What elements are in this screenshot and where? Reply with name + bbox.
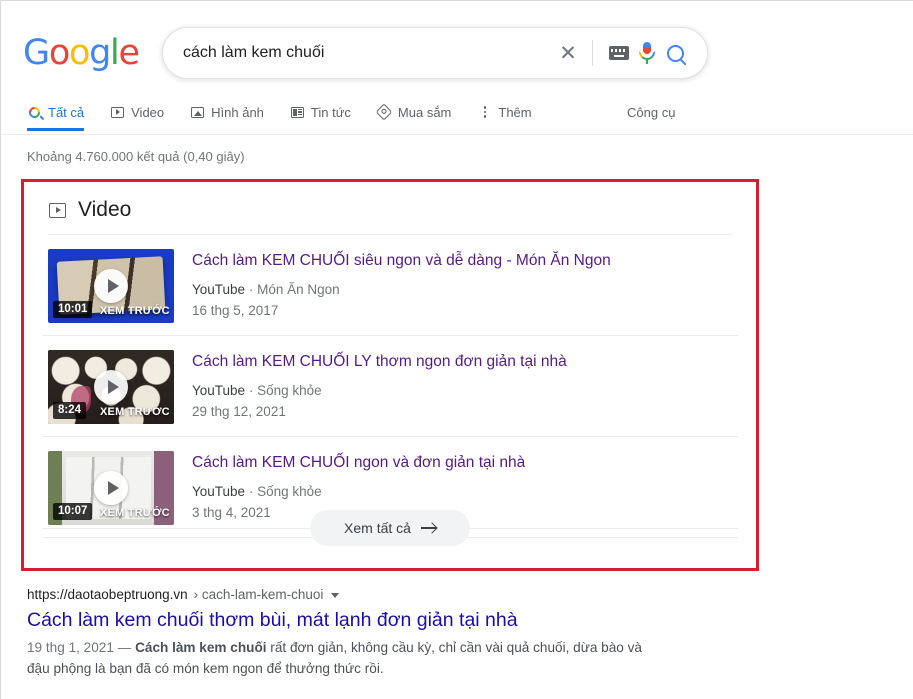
see-all-label: Xem tất cả bbox=[344, 520, 411, 536]
tab-news-label: Tin tức bbox=[310, 104, 351, 120]
video-platform: YouTube bbox=[192, 383, 246, 398]
search-nav-tabs: Tất cả Video Hình ảnh Tin tức Mua sắm Th bbox=[1, 93, 913, 135]
video-section-heading: Video bbox=[42, 192, 738, 234]
organic-result: https://daotaobeptruong.vn › cach-lam-ke… bbox=[27, 586, 667, 679]
video-source: YouTube · Sống khỏe bbox=[192, 381, 567, 400]
tools-button[interactable]: Công cụ bbox=[627, 93, 913, 131]
logo-letter-o2: o bbox=[68, 33, 90, 73]
video-metadata: Cách làm KEM CHUỐI siêu ngon và dễ dàng … bbox=[192, 249, 611, 323]
snippet-highlight: Cách làm kem chuối bbox=[135, 640, 267, 655]
see-all-line-right bbox=[469, 527, 739, 529]
result-domain: https://daotaobeptruong.vn bbox=[27, 587, 188, 602]
search-header: Google ✕ bbox=[1, 1, 913, 93]
video-title-link[interactable]: Cách làm KEM CHUỐI ngon và đơn giản tại … bbox=[192, 453, 525, 473]
logo-letter-G: G bbox=[23, 33, 50, 73]
keyboard-button[interactable] bbox=[605, 39, 633, 67]
tab-shopping[interactable]: Mua sắm bbox=[375, 93, 452, 131]
tools-label: Công cụ bbox=[627, 104, 676, 120]
chevron-down-icon[interactable] bbox=[331, 592, 340, 598]
video-preview-label: XEM TRƯỚC bbox=[100, 305, 170, 317]
voice-search-button[interactable] bbox=[633, 39, 661, 67]
more-vertical-icon bbox=[477, 105, 492, 120]
result-snippet: 19 thg 1, 2021 — Cách làm kem chuối rất … bbox=[27, 637, 667, 679]
video-platform: YouTube bbox=[192, 484, 246, 499]
tab-video-label: Video bbox=[131, 104, 165, 120]
logo-letter-e: e bbox=[118, 33, 140, 73]
result-stats: Khoảng 4.760.000 kết quả (0,40 giây) bbox=[27, 149, 245, 164]
video-title-link[interactable]: Cách làm KEM CHUỐI siêu ngon và dễ dàng … bbox=[192, 251, 611, 271]
video-section-title: Video bbox=[78, 198, 132, 221]
google-logo[interactable]: Google bbox=[23, 33, 140, 73]
video-icon bbox=[110, 105, 125, 120]
search-submit-button[interactable] bbox=[661, 39, 689, 67]
play-icon bbox=[94, 471, 128, 505]
search-box[interactable]: ✕ bbox=[162, 27, 708, 79]
video-channel: Món Ăn Ngon bbox=[257, 282, 340, 297]
video-date: 29 thg 12, 2021 bbox=[192, 404, 286, 419]
tab-more[interactable]: Thêm bbox=[477, 93, 532, 131]
separator-dot: · bbox=[248, 484, 254, 499]
search-box-icons: ✕ bbox=[554, 39, 707, 67]
arrow-right-icon bbox=[420, 527, 436, 529]
logo-letter-l: l bbox=[110, 33, 120, 73]
keyboard-icon bbox=[609, 46, 629, 60]
image-icon bbox=[190, 105, 205, 120]
video-metadata: Cách làm KEM CHUỐI LY thơm ngon đơn giản… bbox=[192, 350, 567, 424]
video-duration: 8:24 bbox=[53, 402, 87, 419]
video-result-item[interactable]: 10:01 XEM TRƯỚC Cách làm KEM CHUỐI siêu … bbox=[42, 235, 738, 336]
snippet-date: 19 thg 1, 2021 — bbox=[27, 640, 136, 655]
separator-dot: · bbox=[248, 282, 254, 297]
separator-dot: · bbox=[248, 383, 254, 398]
microphone-icon bbox=[639, 42, 655, 64]
tab-images-label: Hình ảnh bbox=[211, 104, 264, 120]
video-source: YouTube · Món Ăn Ngon bbox=[192, 280, 611, 299]
video-channel: Sống khỏe bbox=[257, 484, 322, 499]
video-icon bbox=[49, 202, 66, 218]
tab-all-label: Tất cả bbox=[48, 104, 85, 120]
video-platform: YouTube bbox=[192, 282, 246, 297]
logo-letter-g: g bbox=[89, 33, 111, 73]
tab-more-label: Thêm bbox=[498, 104, 532, 120]
video-thumbnail[interactable]: 10:01 XEM TRƯỚC bbox=[48, 249, 174, 323]
search-divider bbox=[592, 40, 593, 66]
close-icon: ✕ bbox=[559, 41, 577, 65]
search-icon bbox=[666, 44, 684, 62]
play-icon bbox=[94, 370, 128, 404]
play-icon bbox=[94, 269, 128, 303]
tab-shopping-label: Mua sắm bbox=[397, 104, 452, 120]
result-path: › cach-lam-kem-chuoi bbox=[193, 587, 324, 602]
search-icon bbox=[26, 104, 43, 120]
video-channel: Sống khỏe bbox=[257, 383, 322, 398]
logo-letter-o1: o bbox=[48, 33, 70, 73]
search-input[interactable] bbox=[163, 44, 554, 62]
video-results-card: Video 10:01 XEM TRƯỚC Cách làm KEM CHUỐI… bbox=[21, 179, 759, 571]
tag-icon bbox=[375, 103, 393, 121]
tab-video[interactable]: Video bbox=[110, 93, 164, 131]
news-icon bbox=[290, 105, 305, 120]
tab-news[interactable]: Tin tức bbox=[290, 93, 351, 131]
tab-images[interactable]: Hình ảnh bbox=[190, 93, 264, 131]
video-duration: 10:01 bbox=[53, 301, 93, 318]
see-all-row: Xem tất cả bbox=[42, 510, 739, 546]
video-result-item[interactable]: 8:24 XEM TRƯỚC Cách làm KEM CHUỐI LY thơ… bbox=[42, 336, 738, 437]
video-preview-label: XEM TRƯỚC bbox=[100, 406, 170, 418]
video-title-link[interactable]: Cách làm KEM CHUỐI LY thơm ngon đơn giản… bbox=[192, 352, 567, 372]
google-search-results-page: Google ✕ bbox=[0, 0, 913, 699]
video-thumbnail[interactable]: 8:24 XEM TRƯỚC bbox=[48, 350, 174, 424]
video-date: 16 thg 5, 2017 bbox=[192, 303, 279, 318]
clear-search-button[interactable]: ✕ bbox=[554, 39, 582, 67]
see-all-line-left bbox=[42, 527, 311, 529]
result-title-link[interactable]: Cách làm kem chuối thơm bùi, mát lạnh đơ… bbox=[27, 607, 667, 633]
tab-all[interactable]: Tất cả bbox=[26, 93, 85, 131]
video-source: YouTube · Sống khỏe bbox=[192, 482, 525, 501]
result-url[interactable]: https://daotaobeptruong.vn › cach-lam-ke… bbox=[27, 586, 667, 604]
tab-list: Tất cả Video Hình ảnh Tin tức Mua sắm Th bbox=[26, 93, 558, 131]
see-all-button[interactable]: Xem tất cả bbox=[310, 510, 470, 546]
